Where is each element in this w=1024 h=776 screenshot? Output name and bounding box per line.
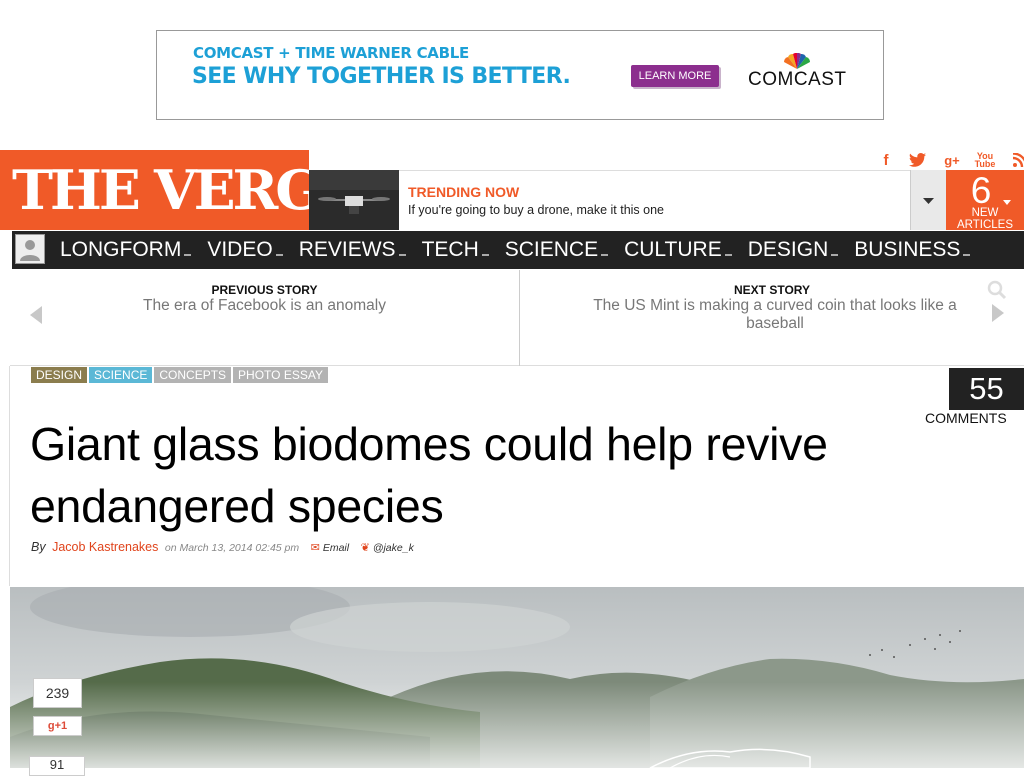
next-story-link[interactable]: NEXT STORY The US Mint is making a curve… — [520, 270, 1024, 366]
share-count-secondary[interactable]: 91 — [29, 756, 85, 776]
nav-item-longform[interactable]: LONGFORM — [60, 231, 192, 269]
rss-icon[interactable] — [1010, 150, 1024, 170]
twitter-icon[interactable] — [907, 150, 927, 170]
chevron-down-icon — [481, 254, 489, 256]
ad-headline: COMCAST + TIME WARNER CABLE — [193, 44, 469, 62]
email-link[interactable]: Email — [323, 542, 349, 554]
nav-item-label: DESIGN — [747, 238, 829, 261]
email-icon: ✉ — [310, 542, 320, 554]
previous-story-label: PREVIOUS STORY — [211, 283, 318, 297]
chevron-down-icon — [831, 254, 839, 256]
logo-text: THE VERGE — [12, 158, 361, 222]
nav-item-tech[interactable]: TECH — [422, 231, 489, 269]
tag-design[interactable]: DESIGN — [31, 367, 88, 383]
next-story-title[interactable]: The US Mint is making a curved coin that… — [590, 297, 960, 333]
byline: By Jacob Kastrenakes on March 13, 2014 0… — [31, 540, 422, 554]
nav-item-culture[interactable]: CULTURE — [624, 231, 732, 269]
previous-story-title[interactable]: The era of Facebook is an anomaly — [50, 297, 479, 315]
chevron-down-icon — [963, 254, 971, 256]
google-plus-button[interactable]: g+1 — [33, 716, 82, 736]
chevron-down-icon — [601, 254, 609, 256]
share-count[interactable]: 239 — [33, 678, 82, 708]
trending-headline[interactable]: If you're going to buy a drone, make it … — [408, 203, 664, 217]
nav-item-science[interactable]: SCIENCE — [504, 231, 609, 269]
nav-item-label: TECH — [421, 238, 479, 261]
author-link[interactable]: Jacob Kastrenakes — [52, 540, 158, 554]
youtube-icon[interactable]: You Tube — [975, 150, 996, 170]
arrow-right-icon[interactable] — [992, 304, 1004, 322]
trending-bar[interactable]: TRENDING NOW If you're going to buy a dr… — [399, 170, 911, 230]
main-nav: LONGFORM VIDEO REVIEWS TECH SCIENCE CULTURE DE… — [12, 231, 1024, 269]
new-articles-label: NEW ARTICLES — [956, 207, 1014, 230]
nav-item-label: SCIENCE — [504, 238, 599, 261]
ad-tagline: SEE WHY TOGETHER IS BETTER. — [192, 64, 571, 89]
user-avatar[interactable] — [15, 234, 45, 264]
nav-item-label: CULTURE — [624, 238, 722, 261]
nav-item-design[interactable]: DESIGN — [748, 231, 839, 269]
trending-label: TRENDING NOW — [408, 184, 520, 200]
twitter-icon: ❦ — [360, 542, 370, 554]
nav-item-reviews[interactable]: REVIEWS — [299, 231, 406, 269]
tag-photo-essay[interactable]: PHOTO ESSAY — [233, 367, 328, 383]
search-icon[interactable] — [987, 280, 1007, 300]
nav-item-video[interactable]: VIDEO — [207, 231, 283, 269]
chevron-down-icon — [184, 254, 192, 256]
next-story-label: NEXT STORY — [733, 283, 810, 297]
comment-count-button[interactable]: 55 — [949, 368, 1024, 410]
arrow-left-icon — [30, 306, 42, 324]
drone-image — [309, 170, 399, 230]
byline-prefix: By — [31, 540, 46, 554]
ad-brand-logo: COMCAST — [748, 53, 848, 93]
comment-label[interactable]: COMMENTS — [925, 410, 1007, 426]
nav-item-label: VIDEO — [207, 238, 273, 261]
trending-dropdown-button[interactable] — [910, 170, 946, 230]
chevron-down-icon — [724, 254, 732, 256]
ad-banner[interactable]: COMCAST + TIME WARNER CABLE SEE WHY TOGE… — [156, 30, 884, 120]
nav-item-label: LONGFORM — [60, 238, 182, 261]
nav-item-label: BUSINESS — [854, 238, 961, 261]
ad-brand-name: COMCAST — [748, 69, 847, 90]
chevron-down-icon — [923, 198, 934, 204]
user-icon — [20, 240, 40, 261]
google-plus-icon: g — [47, 720, 55, 732]
hero-image — [10, 587, 1024, 768]
chevron-down-icon — [398, 254, 406, 256]
trending-thumbnail[interactable] — [309, 170, 399, 230]
peacock-icon — [784, 53, 810, 69]
ad-learn-more-button[interactable]: LEARN MORE — [631, 65, 719, 87]
new-articles-button[interactable]: 6 NEW ARTICLES — [946, 170, 1024, 230]
google-plus-icon[interactable]: g+ — [942, 150, 962, 170]
google-plus-label: +1 — [54, 720, 68, 732]
tag-science[interactable]: SCIENCE — [89, 367, 153, 383]
chevron-down-icon — [1003, 200, 1011, 205]
facebook-icon[interactable]: f — [876, 150, 896, 170]
article-headline: Giant glass biodomes could help revive e… — [30, 418, 828, 532]
story-navigation: PREVIOUS STORY The era of Facebook is an… — [10, 270, 1024, 366]
twitter-handle-link[interactable]: @jake_k — [373, 542, 414, 554]
biodome-landscape-image — [10, 587, 1024, 768]
chevron-down-icon — [275, 254, 283, 256]
new-articles-count: 6 — [970, 170, 992, 211]
content-border — [9, 366, 10, 586]
nav-item-label: REVIEWS — [298, 238, 396, 261]
publish-date: on March 13, 2014 02:45 pm — [164, 542, 300, 554]
site-logo[interactable]: THE VERGE — [0, 150, 361, 230]
category-tags: DESIGN SCIENCE CONCEPTS PHOTO ESSAY — [31, 367, 330, 383]
previous-story-link[interactable]: PREVIOUS STORY The era of Facebook is an… — [10, 270, 519, 366]
nav-item-business[interactable]: BUSINESS — [854, 231, 971, 269]
tag-concepts[interactable]: CONCEPTS — [154, 367, 232, 383]
